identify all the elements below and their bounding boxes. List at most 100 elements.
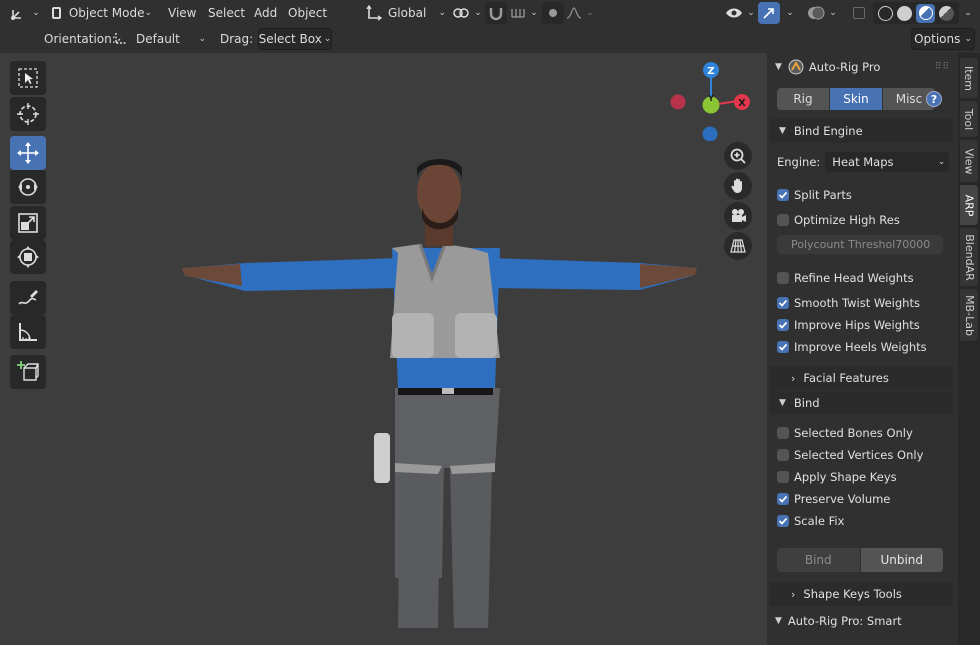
menu-add[interactable]: Add [250,2,281,24]
snap-target-dropdown[interactable]: ⌄ [508,2,540,24]
tab-view[interactable]: View [960,140,978,182]
refine-head-row[interactable]: Refine Head Weights [767,267,958,289]
xray-toggle[interactable] [850,2,868,24]
selected-vertices-row[interactable]: Selected Vertices Only [767,444,958,466]
selected-bones-checkbox[interactable] [777,427,789,439]
rendered-shading-icon[interactable] [939,5,954,21]
tab-tool[interactable]: Tool [960,101,978,137]
tab-skin[interactable]: Skin [830,88,882,110]
facial-features-subpanel-header[interactable]: › Facial Features [769,366,953,390]
menu-view[interactable]: View [164,2,200,24]
addon-panel-header[interactable]: ▼ Auto-Rig Pro ⠿⠿ [767,56,958,78]
improve-hips-checkbox[interactable] [777,319,789,331]
tab-rig[interactable]: Rig [777,88,829,110]
cursor-tool[interactable] [10,97,46,131]
y-axis-label: Y [707,94,714,103]
move-tool[interactable] [10,136,46,170]
transform-orientation-dropdown[interactable]: Global ⌄ [366,2,446,24]
engine-label: Engine: [777,155,821,169]
arp-logo-icon [788,59,804,75]
add-cube-tool[interactable] [10,355,46,389]
smart-panel-header[interactable]: ▼ Auto-Rig Pro: Smart [767,610,958,632]
preserve-volume-row[interactable]: Preserve Volume [767,488,958,510]
gizmo-dropdown[interactable]: ⌄ [781,2,799,24]
scale-icon [18,213,38,233]
overlays-dropdown[interactable]: ⌄ [804,2,840,24]
improve-heels-row[interactable]: Improve Heels Weights [767,336,958,358]
proportional-editing-toggle[interactable] [542,2,564,24]
smooth-twist-row[interactable]: Smooth Twist Weights [767,292,958,314]
shading-dropdown[interactable]: ⌄ [960,2,976,24]
navigation-gizmo[interactable]: Z Y X [664,61,754,141]
selected-bones-label: Selected Bones Only [794,426,913,440]
pivot-point-dropdown[interactable]: ⌄ [452,2,482,24]
negative-z-axis-handle[interactable] [702,126,718,142]
chevron-down-icon: ⌄ [786,8,794,18]
smooth-twist-checkbox[interactable] [777,297,789,309]
camera-view-button[interactable] [724,202,752,230]
select-box-tool[interactable] [10,61,46,95]
bind-button[interactable]: Bind [777,548,860,572]
shape-keys-subpanel-header[interactable]: › Shape Keys Tools [769,582,953,606]
character-model[interactable] [170,108,710,628]
rotate-tool[interactable] [10,170,46,204]
improve-heels-label: Improve Heels Weights [794,340,927,354]
scale-fix-checkbox[interactable] [777,515,789,527]
unbind-button[interactable]: Unbind [860,548,943,572]
optimize-high-res-checkbox[interactable] [777,214,789,226]
gizmo-toggle[interactable] [758,2,780,24]
editor-type-button[interactable]: ⌄ [8,2,42,24]
refine-head-checkbox[interactable] [777,272,789,284]
projection-toggle-button[interactable] [724,232,752,260]
apply-shape-keys-checkbox[interactable] [777,471,789,483]
selected-vertices-checkbox[interactable] [777,449,789,461]
bind-engine-subpanel-header[interactable]: ▼ Bind Engine [769,119,953,143]
improve-hips-row[interactable]: Improve Hips Weights [767,314,958,336]
scale-fix-row[interactable]: Scale Fix [767,510,958,532]
transform-tool[interactable] [10,240,46,274]
split-parts-checkbox[interactable] [777,189,789,201]
magnet-icon [489,8,503,21]
optimize-high-res-row[interactable]: Optimize High Res [767,209,958,231]
apply-shape-keys-row[interactable]: Apply Shape Keys [767,466,958,488]
drag-handle-icon[interactable]: ⠿⠿ [935,62,950,72]
zoom-button[interactable] [724,142,752,170]
pan-button[interactable] [724,172,752,200]
move-icon [17,142,39,164]
drag-dropdown[interactable]: Select Box ⌄ [258,28,332,50]
bind-subpanel-header[interactable]: ▼ Bind [769,391,953,415]
mode-dropdown[interactable]: Object Mode ⌄ [48,2,156,24]
selected-bones-row[interactable]: Selected Bones Only [767,422,958,444]
orientation-dropdown[interactable]: Default ⌄ [110,28,208,50]
smart-panel-title: Auto-Rig Pro: Smart [787,614,902,628]
negative-x-axis-handle[interactable] [670,94,686,110]
tab-mb-lab[interactable]: MB-Lab [960,289,978,341]
tab-arp[interactable]: ARP [960,185,978,225]
options-dropdown[interactable]: Options ⌄ [911,28,975,50]
scale-tool[interactable] [10,206,46,240]
visibility-dropdown[interactable]: ⌄ [724,2,756,24]
measure-tool[interactable] [10,315,46,349]
help-button[interactable]: ? [926,91,942,107]
split-parts-row[interactable]: Split Parts [767,184,958,206]
pivot-icon [453,8,469,18]
material-preview-button[interactable] [916,3,935,23]
annotate-tool[interactable] [10,281,46,315]
tab-item[interactable]: Item [960,58,978,98]
tab-blendar[interactable]: BlendAR [960,228,978,286]
falloff-dropdown[interactable]: ⌄ [566,2,594,24]
split-parts-label: Split Parts [794,188,852,202]
improve-heels-checkbox[interactable] [777,341,789,353]
engine-dropdown[interactable]: Heat Maps ⌄ [825,152,950,172]
menu-select[interactable]: Select [204,2,249,24]
header-row-2: Orientation: Default ⌄ Drag: Select Box … [0,27,980,53]
menu-object[interactable]: Object [284,2,331,24]
wireframe-shading-icon[interactable] [878,5,893,21]
polycount-threshold-field[interactable]: Polycount Threshol 70000 [777,235,943,254]
snap-toggle[interactable] [485,2,507,24]
chevron-down-icon: ▼ [779,398,786,408]
solid-shading-icon[interactable] [897,5,912,21]
preserve-volume-checkbox[interactable] [777,493,789,505]
check-icon [778,517,788,525]
blender-window: ⌄ Object Mode ⌄ View Select Add Object G… [0,0,980,645]
